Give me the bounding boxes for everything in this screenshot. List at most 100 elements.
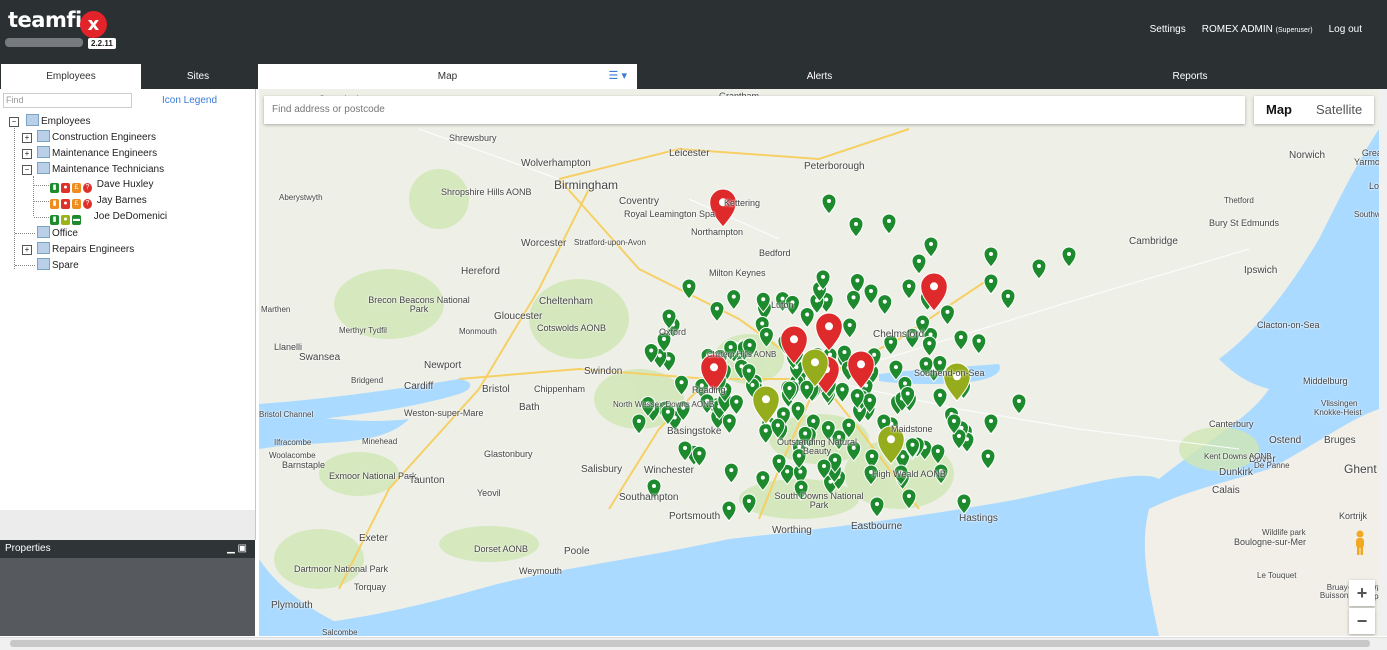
- place-label: Salisbury: [581, 464, 623, 475]
- tree-node-maintenance-technicians[interactable]: Maintenance Technicians: [37, 162, 164, 176]
- place-label: High Weald AONB: [872, 469, 946, 479]
- scrollbar-thumb[interactable]: [10, 640, 1370, 647]
- folder-icon: [37, 146, 50, 158]
- expand-icon[interactable]: +: [22, 133, 32, 143]
- site-marker: [971, 333, 987, 355]
- place-label: Hastings: [959, 513, 998, 524]
- site-marker: [881, 213, 897, 235]
- place-label: Llanelli: [274, 342, 303, 352]
- site-marker: [848, 216, 864, 238]
- tenant-name-blurred: [5, 38, 83, 47]
- site-marker: [921, 335, 937, 358]
- place-label: Cheltenham: [539, 296, 593, 307]
- place-label: Minehead: [362, 437, 398, 446]
- place-label: Bridgend: [351, 376, 384, 385]
- site-marker: [877, 294, 893, 316]
- place-label: Plymouth: [271, 600, 313, 611]
- place-label: Reading: [692, 385, 726, 395]
- maximize-icon[interactable]: ▣: [238, 543, 247, 554]
- tree-node-dave-huxley[interactable]: ▮ ● £? Dave Huxley: [50, 178, 153, 193]
- expand-icon[interactable]: +: [22, 245, 32, 255]
- place-label: Barnstaple: [282, 460, 326, 470]
- pegman-icon[interactable]: [1353, 530, 1367, 556]
- horizontal-scrollbar[interactable]: [0, 637, 1387, 650]
- site-marker: [821, 193, 837, 215]
- collapse-icon[interactable]: −: [9, 117, 19, 127]
- logout-link[interactable]: Log out: [1329, 24, 1362, 35]
- place-label: Stratford-upon-Avon: [574, 238, 646, 247]
- phone-icon: ▮: [50, 199, 59, 209]
- tree-node-spare[interactable]: Spare: [37, 258, 79, 272]
- icon-legend-link[interactable]: Icon Legend: [162, 95, 217, 106]
- tab-employees[interactable]: Employees: [1, 64, 141, 89]
- roads: [418, 128, 1250, 450]
- place-label: Bristol Channel: [259, 410, 314, 419]
- site-marker: [980, 448, 996, 470]
- place-label: Gloucester: [494, 311, 543, 322]
- map-type-satellite-button[interactable]: Satellite: [1304, 96, 1374, 124]
- place-label: Calais: [1212, 485, 1240, 496]
- tab-map[interactable]: Map ☰ ▾: [258, 64, 637, 89]
- vertical-scrollbar[interactable]: [1379, 89, 1387, 636]
- tree-node-repairs-engineers[interactable]: Repairs Engineers: [37, 242, 134, 256]
- tree-node-construction-engineers[interactable]: Construction Engineers: [37, 130, 156, 144]
- user-menu[interactable]: ROMEX ADMIN (Superuser): [1202, 24, 1313, 35]
- top-bar: teamfi x 2.2.11 Settings ROMEX ADMIN (Sup…: [0, 0, 1387, 89]
- tree-node-joe-dedomenici[interactable]: ▮ ● ▬ Joe DeDomenici: [50, 210, 167, 225]
- zoom-in-button[interactable]: +: [1349, 580, 1375, 606]
- place-label: Cambridge: [1129, 236, 1178, 247]
- place-label: Knokke-Heist: [1314, 408, 1362, 417]
- place-label: Royal Leamington Spa: [624, 209, 716, 219]
- pound-icon: £: [72, 183, 81, 193]
- header-links: Settings ROMEX ADMIN (Superuser) Log out: [1150, 24, 1362, 35]
- settings-link[interactable]: Settings: [1150, 24, 1186, 35]
- place-label: Northampton: [691, 227, 744, 237]
- site-marker: [728, 394, 744, 416]
- place-label: Lowestoft: [1369, 181, 1379, 191]
- map-view[interactable]: SnowdoniaGranthamShrewsburyLeicesterNorw…: [259, 89, 1379, 636]
- zoom-out-button[interactable]: −: [1349, 608, 1375, 634]
- site-marker: [1000, 288, 1016, 310]
- place-label: Wolverhampton: [521, 158, 591, 169]
- site-marker: [1061, 246, 1077, 268]
- site-marker: [911, 253, 927, 275]
- tree-line: [34, 217, 49, 218]
- place-label: Worcester: [521, 238, 567, 249]
- place-label: Birmingham: [554, 178, 619, 192]
- properties-header: Properties ▁ ▣: [0, 540, 255, 558]
- tree-line: [34, 201, 49, 202]
- folder-icon: [37, 242, 50, 254]
- tree-node-office[interactable]: Office: [37, 226, 78, 240]
- place-label: Weston-super-Mare: [404, 408, 484, 418]
- question-icon: ?: [83, 199, 92, 209]
- folder-icon: [26, 114, 39, 126]
- tab-sites[interactable]: Sites: [141, 64, 255, 89]
- site-marker: [721, 413, 737, 435]
- expand-icon[interactable]: +: [22, 149, 32, 159]
- map-type-control: Map Satellite: [1254, 96, 1375, 124]
- place-label: Southend-on-Sea: [914, 368, 985, 378]
- map-type-map-button[interactable]: Map: [1254, 96, 1304, 124]
- tree-node-maintenance-engineers[interactable]: Maintenance Engineers: [37, 146, 157, 160]
- person-icon: ●: [61, 199, 70, 209]
- map-menu-icon[interactable]: ☰ ▾: [609, 64, 627, 89]
- find-input[interactable]: Find: [3, 93, 132, 108]
- place-label: Swindon: [584, 366, 623, 377]
- collapse-icon[interactable]: −: [22, 165, 32, 175]
- place-label: Middelburg: [1303, 376, 1348, 386]
- minimize-icon[interactable]: ▁: [227, 543, 235, 554]
- teamfix-logo[interactable]: teamfi x: [8, 8, 107, 38]
- tree-node-jay-barnes[interactable]: ▮ ● £? Jay Barnes: [50, 194, 147, 209]
- site-marker: [932, 387, 948, 409]
- tab-alerts[interactable]: Alerts: [637, 64, 1002, 89]
- tree-node-employees[interactable]: Employees: [26, 114, 90, 128]
- place-label: North Wessex Downs AONB: [613, 400, 715, 409]
- tree-line: [15, 265, 35, 266]
- tab-reports[interactable]: Reports: [1002, 64, 1378, 89]
- address-search-input[interactable]: Find address or postcode: [264, 96, 1245, 124]
- place-label: Bristol: [482, 384, 510, 395]
- place-label: Kettering: [724, 198, 761, 208]
- person-icon: ●: [61, 215, 70, 225]
- site-marker: [939, 304, 955, 326]
- place-label: Chelmsford: [873, 329, 925, 340]
